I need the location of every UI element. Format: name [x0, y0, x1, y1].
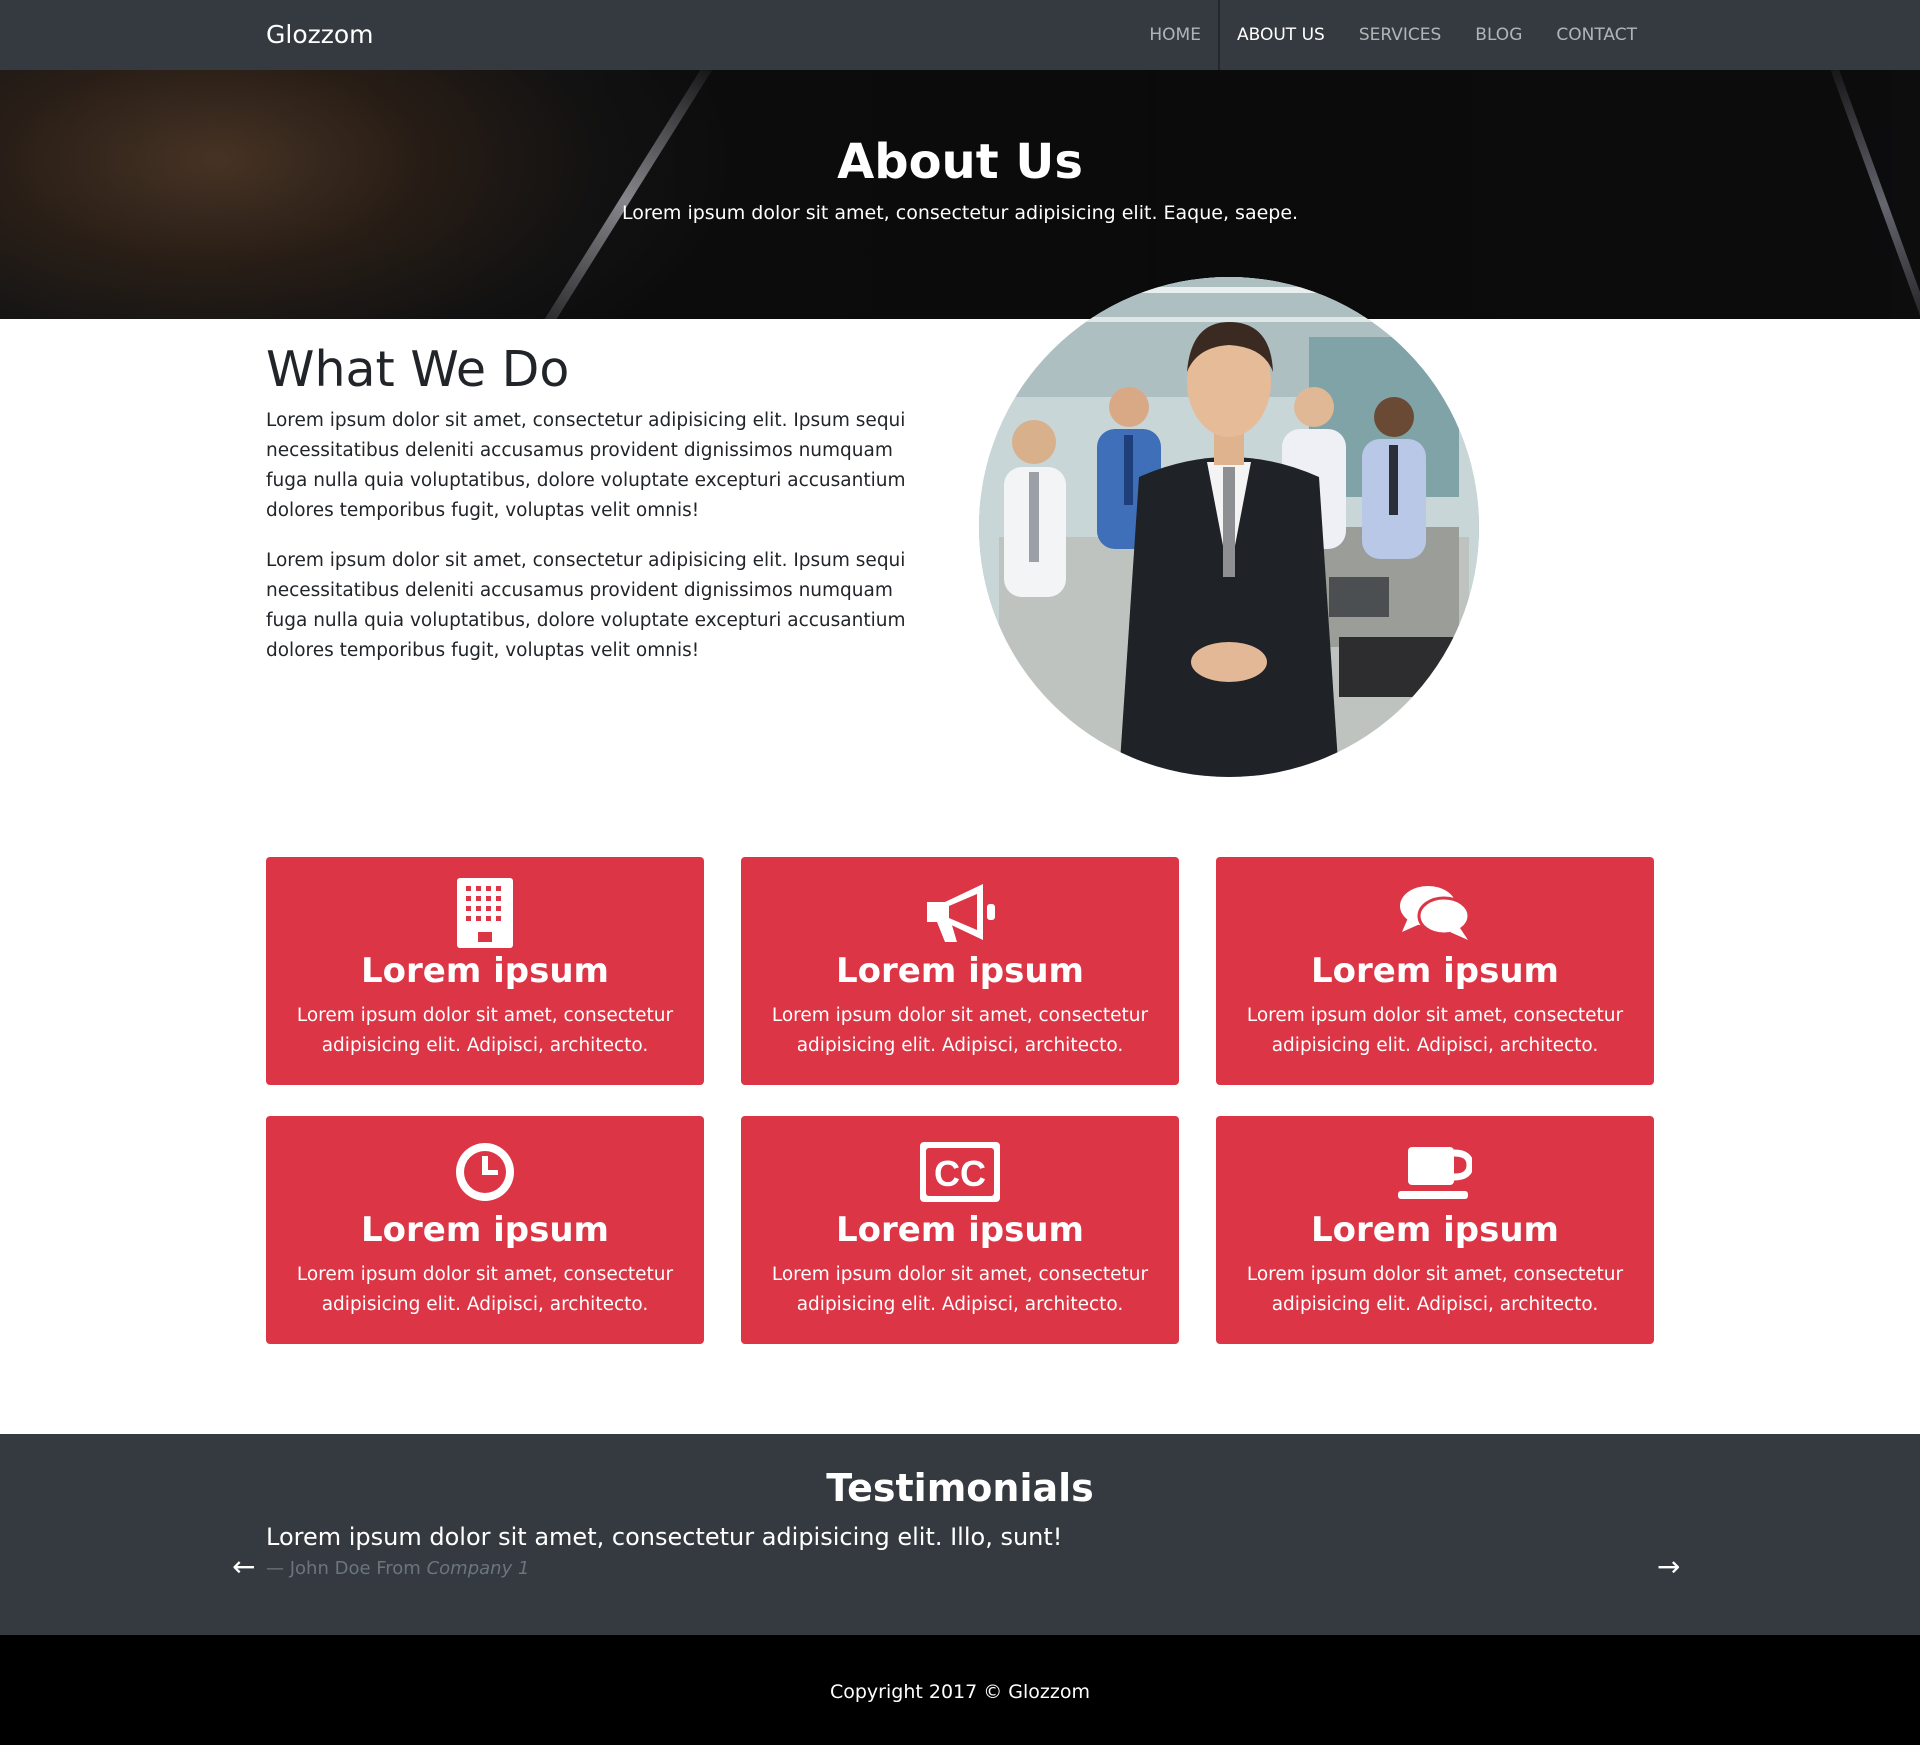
nav-item-blog[interactable]: BLOG [1458, 0, 1539, 70]
comments-icon [1216, 877, 1654, 949]
arrow-right-icon[interactable]: → [1657, 1552, 1680, 1582]
arrow-left-icon[interactable]: ← [232, 1552, 255, 1582]
service-card-title: Lorem ipsum [836, 951, 1084, 991]
testimonial-company: Company 1 [426, 1558, 530, 1579]
service-card: CC Lorem ipsum Lorem ipsum dolor sit ame… [741, 1116, 1179, 1344]
testimonial-quote: Lorem ipsum dolor sit amet, consectetur … [266, 1523, 1063, 1551]
service-card: Lorem ipsum Lorem ipsum dolor sit amet, … [1216, 857, 1654, 1085]
testimonial-author: — John Doe From Company 1 [266, 1557, 529, 1581]
testimonials-section: Testimonials Lorem ipsum dolor sit amet,… [0, 1434, 1920, 1635]
service-card-title: Lorem ipsum [1311, 951, 1559, 991]
copyright-text: Copyright 2017 © Glozzom [829, 1681, 1091, 1703]
service-card-text: Lorem ipsum dolor sit amet, consectetur … [1246, 1264, 1624, 1315]
nav-item-home[interactable]: HOME [1132, 0, 1218, 70]
service-card: Lorem ipsum Lorem ipsum dolor sit amet, … [1216, 1116, 1654, 1344]
footer: Copyright 2017 © Glozzom [0, 1635, 1920, 1745]
building-icon [266, 877, 704, 949]
what-we-do-paragraph: Lorem ipsum dolor sit amet, consectetur … [266, 550, 906, 661]
nav-item-services[interactable]: SERVICES [1342, 0, 1458, 70]
service-card-title: Lorem ipsum [836, 1210, 1084, 1250]
what-we-do-heading: What We Do [266, 341, 570, 398]
navbar: Glozzom HOME ABOUT US SERVICES BLOG CONT… [0, 0, 1920, 70]
clock-icon [266, 1136, 704, 1208]
team-photo [979, 277, 1479, 777]
nav-menu: HOME ABOUT US SERVICES BLOG CONTACT [1132, 0, 1654, 70]
closed-captioning-icon: CC [741, 1136, 1179, 1208]
service-card-text: Lorem ipsum dolor sit amet, consectetur … [296, 1005, 674, 1056]
hero-background-image [0, 70, 1920, 319]
nav-item-contact[interactable]: CONTACT [1539, 0, 1654, 70]
service-card-text: Lorem ipsum dolor sit amet, consectetur … [296, 1264, 674, 1315]
testimonials-heading: Testimonials [826, 1466, 1094, 1510]
service-card-title: Lorem ipsum [1311, 1210, 1559, 1250]
service-card-text: Lorem ipsum dolor sit amet, consectetur … [771, 1264, 1149, 1315]
brand-logo[interactable]: Glozzom [266, 20, 374, 50]
bullhorn-icon [741, 877, 1179, 949]
nav-item-about-us[interactable]: ABOUT US [1217, 0, 1342, 70]
service-card-text: Lorem ipsum dolor sit amet, consectetur … [771, 1005, 1149, 1056]
service-card-title: Lorem ipsum [361, 951, 609, 991]
page-subtitle: Lorem ipsum dolor sit amet, consectetur … [621, 202, 1299, 224]
page-title: About Us [837, 134, 1083, 190]
svg-text:CC: CC [934, 1153, 986, 1194]
service-card: Lorem ipsum Lorem ipsum dolor sit amet, … [741, 857, 1179, 1085]
team-photo-illustration [979, 277, 1479, 777]
service-card-text: Lorem ipsum dolor sit amet, consectetur … [1246, 1005, 1624, 1056]
service-card-title: Lorem ipsum [361, 1210, 609, 1250]
hero-banner: About Us Lorem ipsum dolor sit amet, con… [0, 70, 1920, 319]
testimonial-author-name: — John Doe From [266, 1558, 421, 1579]
coffee-icon [1216, 1136, 1654, 1208]
what-we-do-paragraph: Lorem ipsum dolor sit amet, consectetur … [266, 410, 906, 521]
service-card: Lorem ipsum Lorem ipsum dolor sit amet, … [266, 1116, 704, 1344]
service-card: Lorem ipsum Lorem ipsum dolor sit amet, … [266, 857, 704, 1085]
